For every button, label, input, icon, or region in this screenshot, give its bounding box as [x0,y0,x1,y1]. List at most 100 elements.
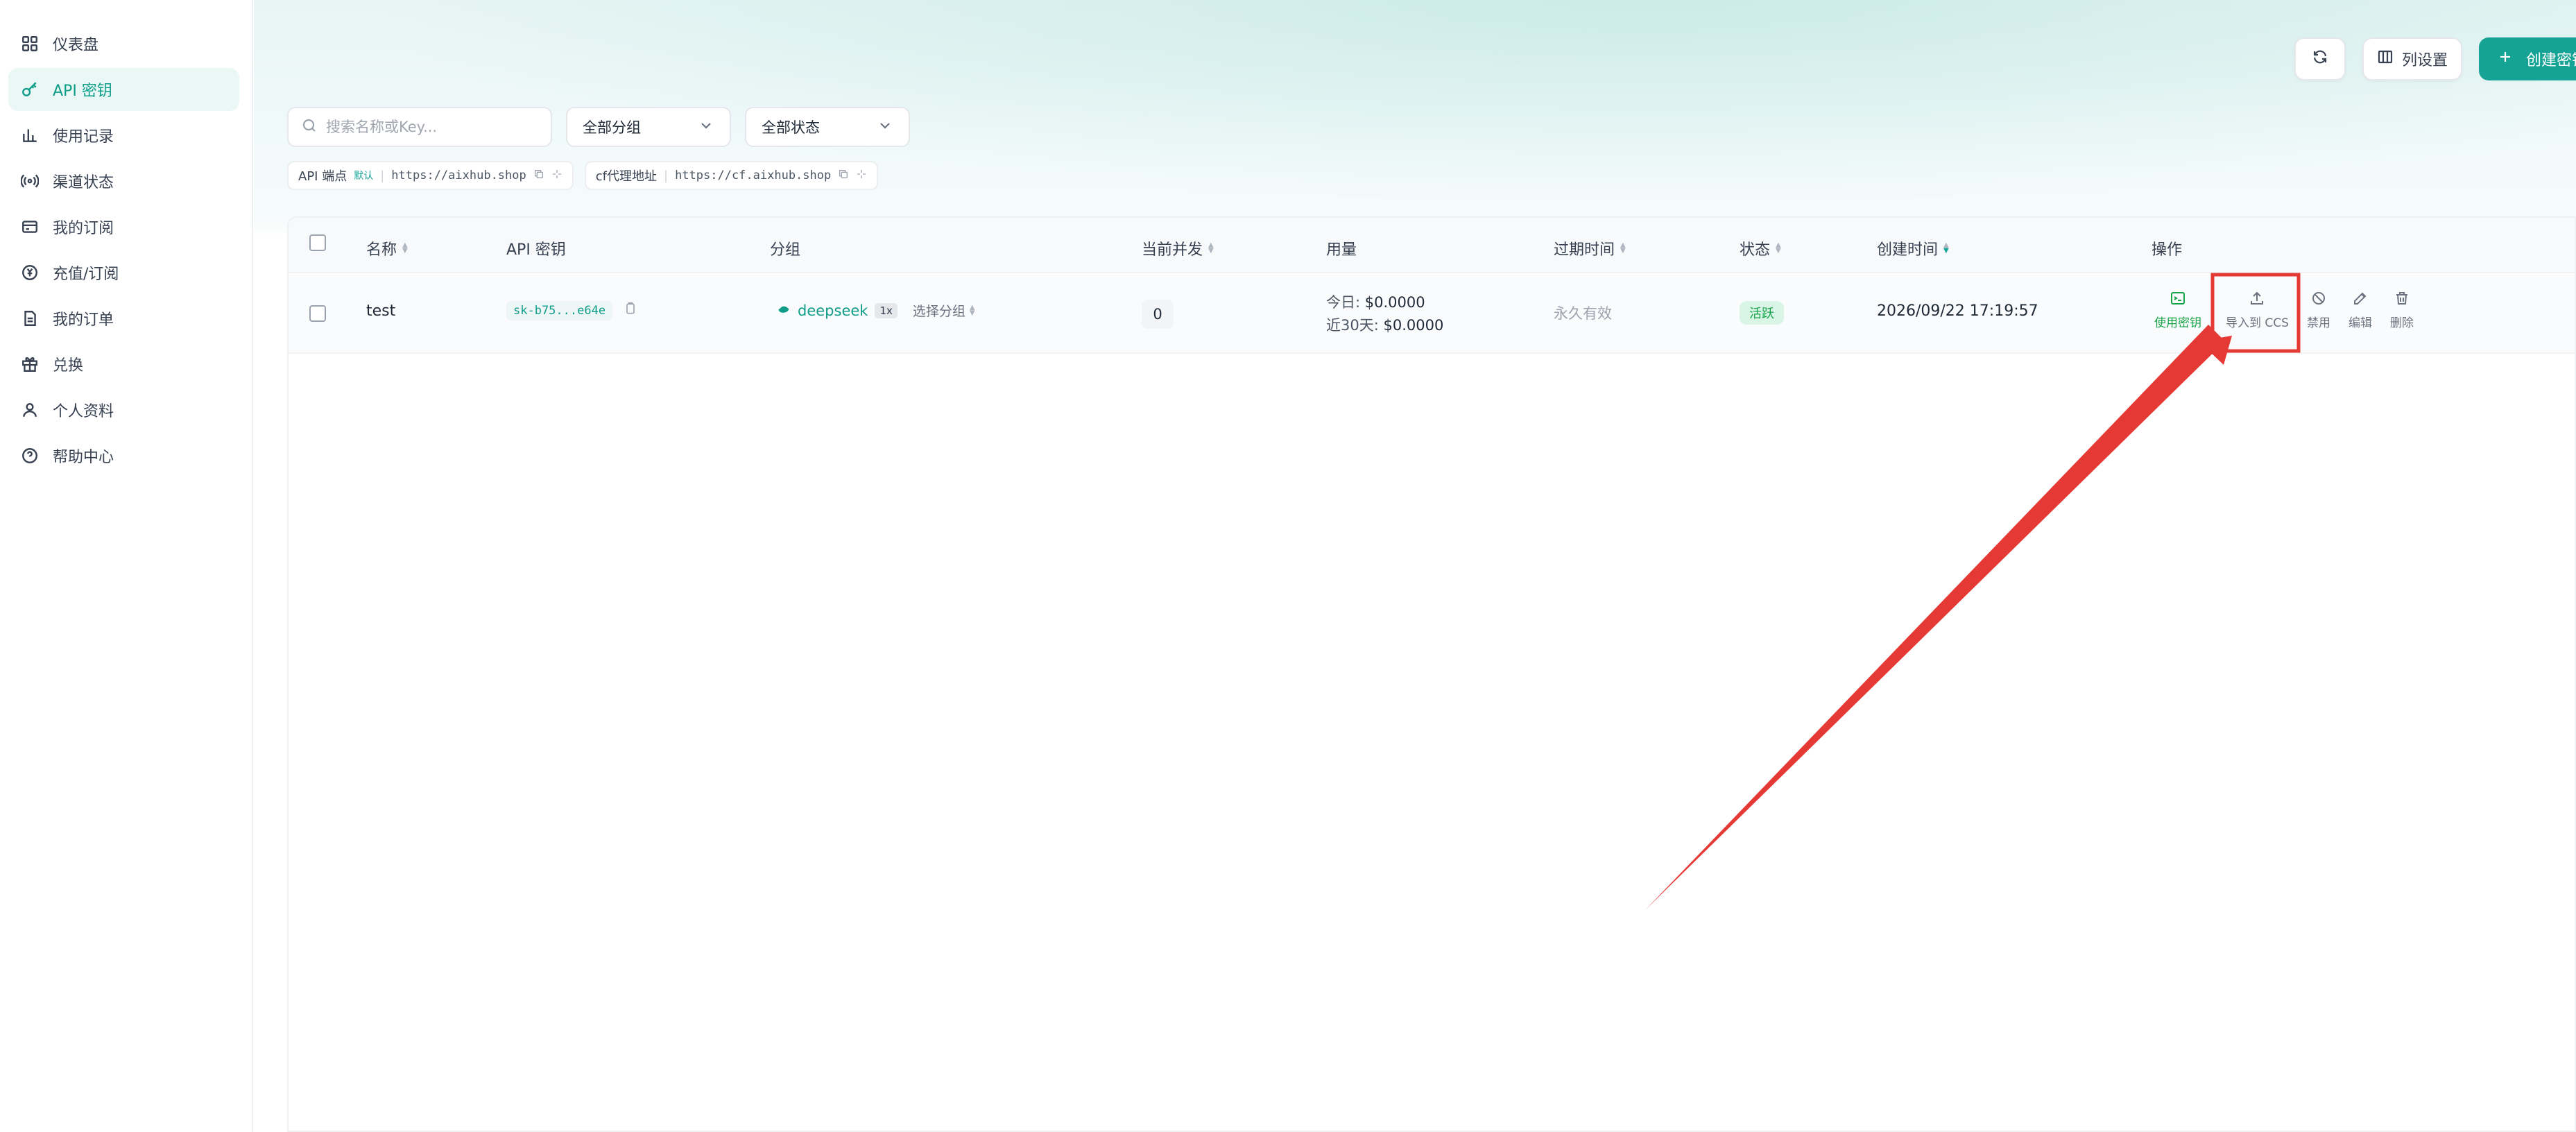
delete-label: 删除 [2390,316,2414,330]
trash-icon [2394,290,2410,310]
header-created[interactable]: 创建时间 ▲ ▼ [1877,237,1949,259]
usage-30d: 近30天: $0.0000 [1326,314,1443,337]
sidebar-item-label: 帮助中心 [53,449,114,466]
disable-button[interactable]: 禁用 [2307,290,2330,330]
sidebar-item-label: 渠道状态 [53,174,114,191]
sidebar-item-help[interactable]: 帮助中心 [8,434,239,477]
header-label: API 密钥 [506,241,566,259]
usage-cell: 今日: $0.0000 近30天: $0.0000 [1326,291,1443,337]
endpoint-label: API 端点 [298,169,347,184]
usage-today-label: 今日: [1326,294,1361,311]
separator: | [663,168,669,183]
status-badge: 活跃 [1740,301,1784,325]
edit-button[interactable]: 编辑 [2349,290,2372,330]
endpoint-url: https://cf.aixhub.shop [675,169,832,182]
card-icon [19,216,40,237]
row-checkbox[interactable] [309,305,326,322]
group-filter-select[interactable]: 全部分组 [566,107,731,147]
header-name[interactable]: 名称 ▲ ▼ [366,237,408,259]
usage-today-value: $0.0000 [1364,294,1425,311]
app-root: 仪表盘 API 密钥 使用记录 渠道状态 我的订阅 充值/订阅 我的订单 兑换 … [0,0,2576,1132]
header-label: 分组 [770,241,801,259]
sidebar-item-label: 充值/订阅 [53,266,119,283]
header-expires[interactable]: 过期时间 ▲ ▼ [1554,237,1626,259]
sidebar-item-my-subscriptions[interactable]: 我的订阅 [8,205,239,248]
sidebar-item-label: 我的订单 [53,311,114,329]
sidebar-item-dashboard[interactable]: 仪表盘 [8,22,239,65]
help-icon [19,445,40,466]
select-all-checkbox[interactable] [309,234,326,251]
import-ccs-button[interactable]: 导入到 CCS [2226,290,2289,330]
header-label: 名称 [366,241,397,259]
endpoint-label: cf代理地址 [595,169,657,184]
sidebar-item-label: 使用记录 [53,128,114,146]
sort-icon: ▲ ▼ [1776,241,1781,255]
sidebar-item-api-keys[interactable]: API 密钥 [8,68,239,111]
status-cell: 活跃 [1740,301,1784,325]
header-usage: 用量 [1326,237,1357,259]
column-settings-button[interactable]: 列设置 [2362,37,2462,80]
upload-icon [2249,290,2265,310]
status-filter-value: 全部状态 [762,119,820,136]
delete-button[interactable]: 删除 [2390,290,2414,330]
column-settings-label: 列设置 [2401,52,2448,69]
header-label: 状态 [1740,241,1771,259]
sidebar-item-label: 仪表盘 [53,37,99,54]
filters-bar: 全部分组 全部状态 [287,107,910,147]
copy-icon[interactable] [838,169,849,183]
sort-icon: ▲ ▼ [402,241,408,255]
import-ccs-label: 导入到 CCS [2226,316,2289,330]
sidebar-item-channel-status[interactable]: 渠道状态 [8,160,239,203]
top-actions: 列设置 创建密钥 [2294,37,2576,80]
select-group-dropdown[interactable]: 选择分组 ▲ ▼ [913,301,975,320]
search-input[interactable] [326,119,534,135]
sidebar-item-my-orders[interactable]: 我的订单 [8,297,239,340]
yen-coin-icon [19,262,40,283]
create-key-button[interactable]: 创建密钥 [2479,37,2576,80]
gift-icon [19,354,40,375]
key-name: test [366,302,396,320]
sidebar-item-usage-records[interactable]: 使用记录 [8,114,239,157]
sidebar-item-profile[interactable]: 个人资料 [8,388,239,431]
sort-icon: ▲ ▼ [1943,241,1949,255]
document-icon [19,308,40,329]
created-value: 2026/09/22 17:19:57 [1877,302,2038,320]
edit-label: 编辑 [2349,316,2372,330]
header-concurrency[interactable]: 当前并发 ▲ ▼ [1142,237,1214,259]
copy-key-icon[interactable] [624,302,637,320]
sidebar: 仪表盘 API 密钥 使用记录 渠道状态 我的订阅 充值/订阅 我的订单 兑换 … [0,0,253,1132]
sparkle-icon[interactable] [551,169,563,183]
sidebar-item-label: 我的订阅 [53,220,114,237]
group-multiplier: 1x [875,302,898,318]
sidebar-item-label: 个人资料 [53,403,114,420]
header-label: 创建时间 [1877,241,1939,259]
sidebar-item-label: 兑换 [53,357,84,375]
chevron-down-icon [877,117,893,137]
expires-value: 永久有效 [1554,305,1612,322]
plus-icon [2497,49,2514,69]
header-api-key: API 密钥 [506,237,566,259]
sidebar-item-label: API 密钥 [53,83,112,100]
use-key-label: 使用密钥 [2154,316,2201,330]
separator: | [380,168,385,183]
usage-30d-label: 近30天: [1326,317,1379,334]
search-box[interactable] [287,107,552,147]
copy-icon[interactable] [533,169,544,183]
main-content: 列设置 创建密钥 全部分组 全部状态 [254,0,2576,1132]
select-group-label: 选择分组 [912,304,965,319]
concurrency-value: 0 [1142,300,1174,329]
use-key-button[interactable]: 使用密钥 [2154,290,2201,330]
header-label: 过期时间 [1554,241,1615,259]
header-actions: 操作 [2152,237,2182,259]
usage-today: 今日: $0.0000 [1326,291,1425,314]
endpoints-bar: API 端点 默认 | https://aixhub.shop cf代理地址 |… [287,161,879,190]
status-filter-select[interactable]: 全部状态 [745,107,910,147]
header-group: 分组 [770,237,800,259]
header-status[interactable]: 状态 ▲ ▼ [1740,237,1781,259]
endpoint-cf-proxy: cf代理地址 | https://cf.aixhub.shop [584,161,879,190]
sidebar-item-recharge[interactable]: 充值/订阅 [8,251,239,294]
refresh-button[interactable] [2294,37,2346,80]
table-row: test sk-b75...e64e deepseek 1x 选择分组 ▲ ▼ … [289,275,2575,354]
sidebar-item-redeem[interactable]: 兑换 [8,343,239,386]
sparkle-icon[interactable] [856,169,867,183]
